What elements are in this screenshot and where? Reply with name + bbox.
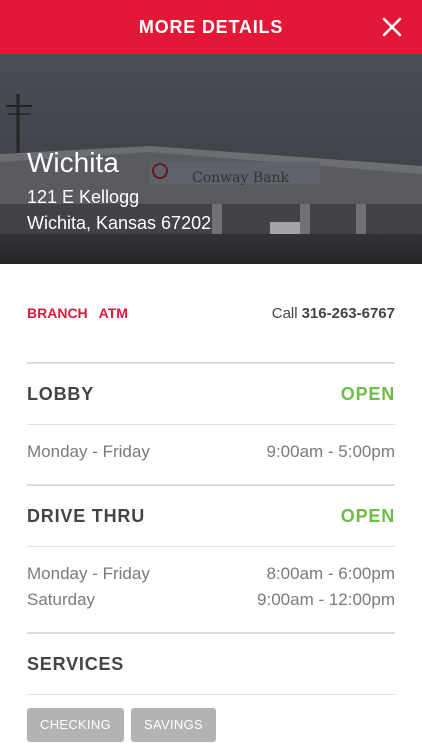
branch-address-block: Wichita 121 E Kellogg Wichita, Kansas 67…	[27, 146, 211, 236]
hours-days: Monday - Friday	[27, 564, 150, 583]
page-title: MORE DETAILS	[138, 16, 284, 37]
address-line-2: Wichita, Kansas 67202	[27, 213, 212, 233]
drive-thru-hours: Monday - Friday 8:00am - 6:00pm Saturday…	[27, 547, 395, 634]
location-type-row: BRANCH ATM Call 316-263-6767	[27, 264, 395, 364]
atm-type-link[interactable]: ATM	[99, 305, 128, 321]
header-bar: MORE DETAILS	[0, 0, 422, 54]
hours-row: Monday - Friday 9:00am - 5:00pm	[27, 439, 395, 465]
branch-photo: Conway Bank Wichita 121 E Kellogg Wichit…	[0, 54, 422, 264]
hours-days: Saturday	[27, 590, 96, 609]
services-tags: CHECKING SAVINGS	[27, 695, 395, 742]
drive-thru-title: DRIVE THRU	[27, 505, 146, 526]
branch-city: Wichita	[27, 147, 119, 178]
close-icon	[382, 17, 402, 37]
lobby-status-badge: OPEN	[340, 383, 395, 404]
drive-thru-status-badge: OPEN	[340, 505, 395, 526]
app-screen: MORE DETAILS Conway Bank Wichita 121 E K…	[0, 0, 422, 750]
services-title: SERVICES	[27, 653, 125, 674]
service-tag-savings: SAVINGS	[131, 708, 216, 742]
location-types: BRANCH ATM	[27, 305, 128, 321]
hours-time: 8:00am - 6:00pm	[266, 564, 395, 583]
lobby-hours: Monday - Friday 9:00am - 5:00pm	[27, 425, 395, 486]
services-header: SERVICES	[27, 634, 395, 695]
call-link[interactable]: Call 316-263-6767	[272, 305, 395, 322]
details-content: BRANCH ATM Call 316-263-6767 LOBBY OPEN M…	[27, 264, 395, 742]
hours-row: Saturday 9:00am - 12:00pm	[27, 587, 395, 613]
service-tag-checking: CHECKING	[27, 708, 125, 742]
lobby-title: LOBBY	[27, 383, 94, 404]
lobby-header: LOBBY OPEN	[27, 364, 395, 425]
hours-time: 9:00am - 5:00pm	[266, 442, 395, 461]
phone-number[interactable]: 316-263-6767	[302, 305, 395, 322]
hours-row: Monday - Friday 8:00am - 6:00pm	[27, 561, 395, 587]
address-line-1: 121 E Kellogg	[27, 187, 140, 207]
branch-type-link[interactable]: BRANCH	[27, 305, 88, 321]
close-button[interactable]	[374, 9, 410, 45]
drive-thru-header: DRIVE THRU OPEN	[27, 486, 395, 547]
call-label: Call	[271, 304, 298, 322]
hours-days: Monday - Friday	[27, 442, 150, 461]
hours-time: 9:00am - 12:00pm	[257, 590, 395, 609]
